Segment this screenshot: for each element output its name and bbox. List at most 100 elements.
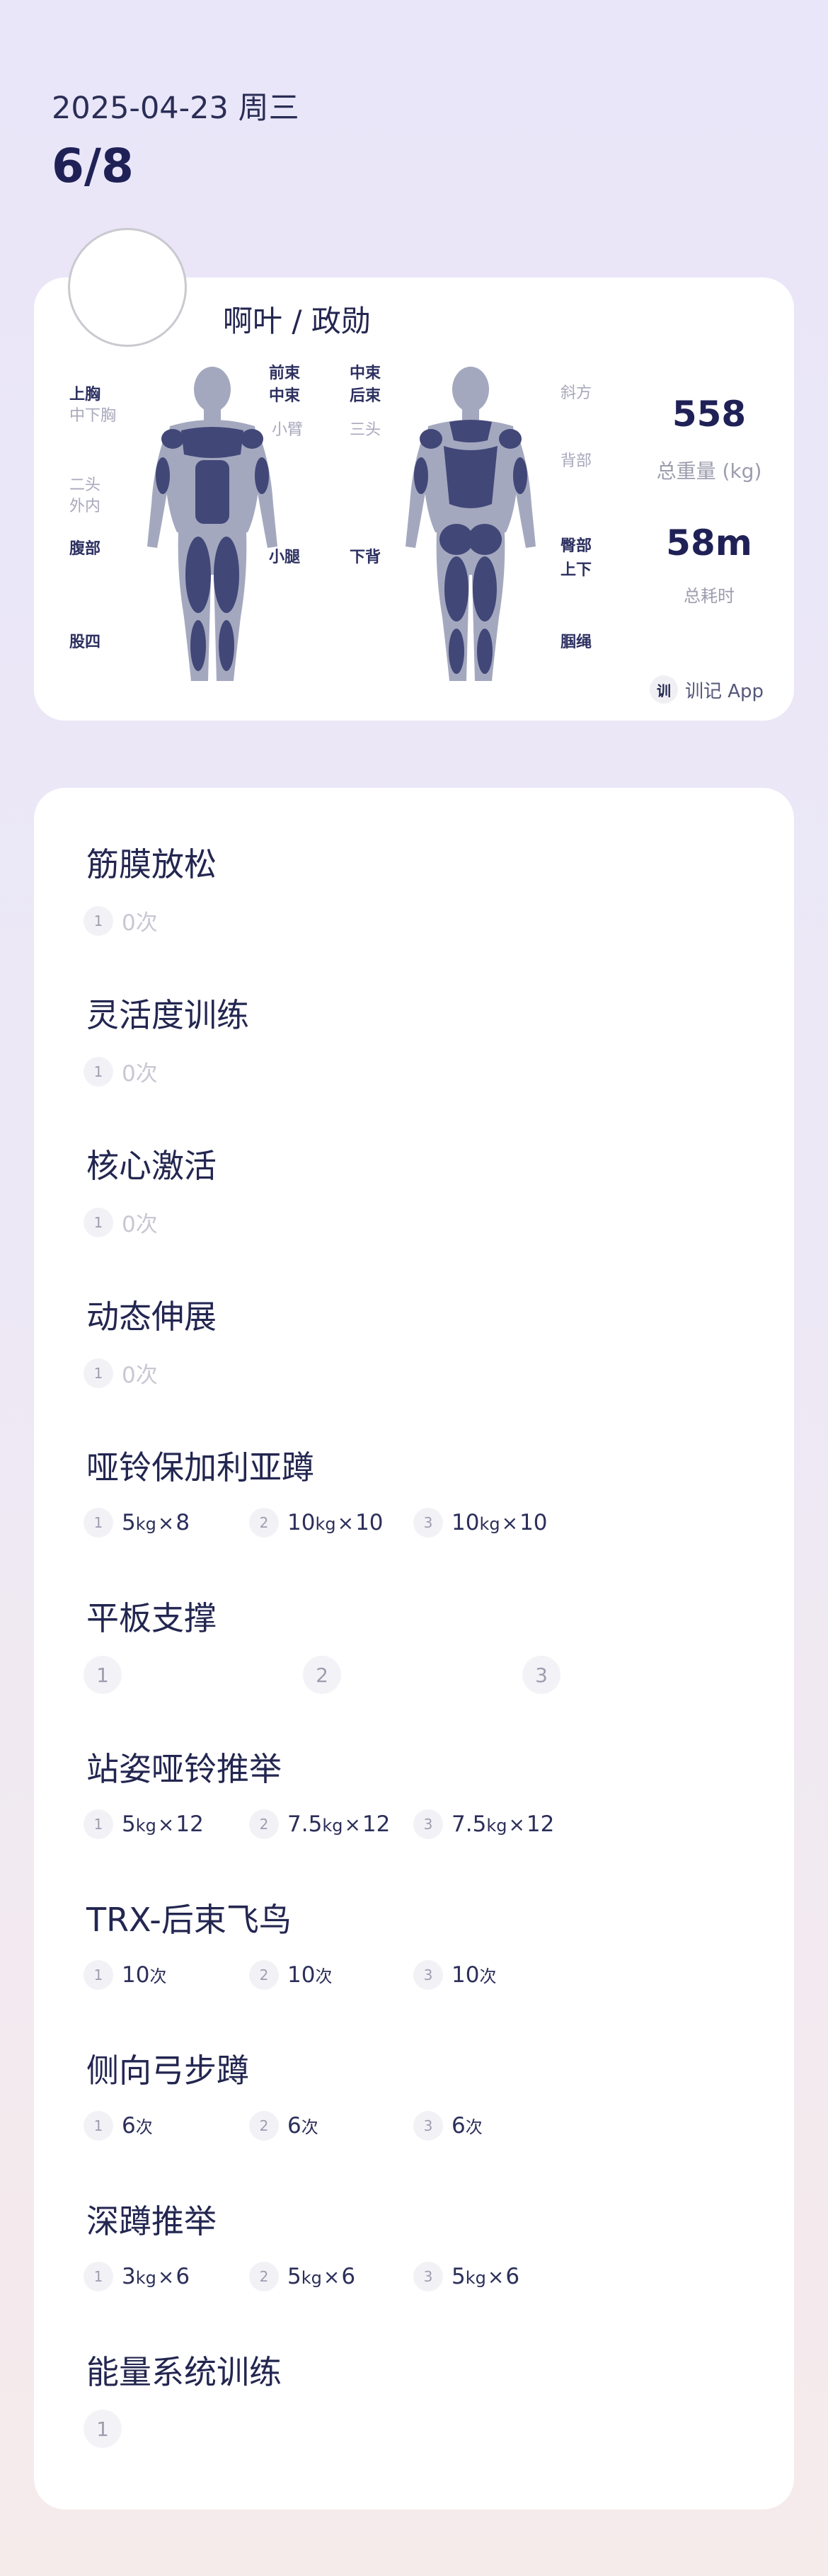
user-name: 啊叶 / 政勋	[223, 304, 371, 338]
exercise-list-card	[34, 788, 794, 2509]
set-index-badge: 3	[413, 1960, 443, 1990]
set-times-sign: ×	[323, 2265, 340, 2289]
set-reps: 12	[362, 1811, 391, 1837]
set-item[interactable]: 2 7.5kg×12	[249, 1809, 390, 1839]
set-item[interactable]: 2	[303, 1656, 341, 1694]
set-value: 5kg×6	[452, 2264, 519, 2289]
set-item[interactable]: 1 0次	[84, 1357, 158, 1389]
set-item[interactable]: 1 6次	[84, 2111, 153, 2141]
set-value: 7.5kg×12	[287, 1811, 390, 1837]
set-index-badge: 3	[413, 2111, 443, 2141]
set-unit: 次	[301, 2117, 318, 2137]
set-index-badge: 3	[522, 1656, 560, 1694]
total-weight-label: 总重量 (kg)	[656, 459, 762, 483]
set-reps: 10	[355, 1510, 384, 1535]
set-item[interactable]: 1 3kg×6	[84, 2262, 190, 2291]
set-value: 3kg×6	[122, 2264, 190, 2289]
set-value: 5kg×8	[122, 1510, 190, 1535]
set-weight: 6	[287, 2113, 301, 2139]
set-weight: 5	[122, 1811, 136, 1837]
set-weight: 10	[287, 1962, 316, 1988]
set-item[interactable]: 1 5kg×8	[84, 1508, 190, 1538]
app-brand-text: 训记 App	[685, 680, 764, 702]
set-index-badge: 1	[84, 1207, 113, 1237]
exercise-title[interactable]: 能量系统训练	[86, 2347, 282, 2393]
set-value: 10次	[287, 1962, 332, 1988]
set-reps: 6	[176, 2264, 190, 2289]
set-item[interactable]: 2 6次	[249, 2111, 318, 2141]
set-item[interactable]: 3 10kg×10	[413, 1508, 548, 1538]
set-index-badge: 1	[84, 1656, 122, 1694]
set-weight: 3	[122, 2264, 136, 2289]
set-item[interactable]: 2 10次	[249, 1960, 332, 1990]
total-time-label: 总耗时	[684, 586, 735, 606]
set-item[interactable]: 1 0次	[84, 1055, 158, 1087]
exercise-title[interactable]: 侧向弓步蹲	[86, 2045, 249, 2092]
set-index-badge: 2	[249, 1809, 279, 1839]
label-rear-delt: 后束	[350, 387, 381, 405]
set-index-badge: 1	[84, 1809, 113, 1839]
set-times-sign: ×	[157, 2265, 175, 2289]
set-index-badge: 2	[249, 2262, 279, 2291]
set-count-text: 0次	[122, 1212, 158, 1237]
set-reps: 12	[176, 1811, 204, 1837]
exercise-title[interactable]: 灵活度训练	[86, 990, 249, 1036]
set-reps: 6	[341, 2264, 356, 2289]
exercise-title[interactable]: 平板支撑	[86, 1593, 217, 1639]
set-item[interactable]: 2 10kg×10	[249, 1508, 384, 1538]
set-item[interactable]: 1	[84, 2410, 122, 2448]
set-reps: 12	[526, 1811, 555, 1837]
label-upper-chest: 上胸	[69, 386, 101, 403]
set-item[interactable]: 1 10次	[84, 1960, 166, 1990]
label-quads: 股四	[69, 634, 101, 651]
exercise-title[interactable]: 站姿哑铃推举	[86, 1744, 282, 1790]
set-unit: kg	[465, 2268, 486, 2288]
label-middle-lower-chest: 中下胸	[69, 407, 117, 425]
set-item[interactable]: 3	[522, 1656, 560, 1694]
set-index-badge: 1	[84, 905, 113, 936]
set-weight: 10	[287, 1510, 316, 1535]
set-item[interactable]: 3 10次	[413, 1960, 496, 1990]
exercise-title[interactable]: TRX-后束飞鸟	[86, 1894, 292, 1941]
exercise-title[interactable]: 筋膜放松	[86, 839, 217, 886]
set-reps: 6	[505, 2264, 520, 2289]
set-count-text: 0次	[122, 1061, 158, 1087]
set-value: 6次	[452, 2113, 483, 2139]
exercise-title[interactable]: 哑铃保加利亚蹲	[86, 1442, 314, 1489]
set-value: 10kg×10	[452, 1510, 548, 1535]
label-glutes: 臀部	[560, 537, 592, 555]
set-unit: kg	[322, 1816, 343, 1836]
set-times-sign: ×	[337, 1511, 355, 1535]
label-lower-back: 下背	[350, 549, 381, 566]
set-value: 10kg×10	[287, 1510, 384, 1535]
set-item[interactable]: 2 5kg×6	[249, 2262, 355, 2291]
total-time-value: 58m	[666, 522, 752, 563]
set-unit: 次	[465, 2117, 483, 2137]
set-index-badge: 2	[303, 1656, 341, 1694]
exercise-title[interactable]: 深蹲推举	[86, 2196, 217, 2243]
set-times-sign: ×	[508, 1813, 525, 1836]
set-weight: 5	[452, 2264, 466, 2289]
set-value: 10次	[122, 1962, 166, 1988]
set-item[interactable]: 1 0次	[84, 1206, 158, 1238]
exercise-title[interactable]: 核心激活	[86, 1140, 217, 1187]
avatar[interactable]	[68, 228, 187, 347]
label-middle-delt-front: 中束	[269, 387, 301, 405]
exercise-title[interactable]: 动态伸展	[86, 1291, 217, 1338]
set-weight: 6	[122, 2113, 136, 2139]
set-index-badge: 3	[413, 1809, 443, 1839]
label-lower-leg: 小腿	[269, 549, 301, 566]
set-reps: 8	[176, 1510, 190, 1535]
set-item[interactable]: 1 0次	[84, 905, 158, 937]
set-index-badge: 2	[249, 2111, 279, 2141]
label-triceps: 三头	[350, 421, 381, 439]
set-index-badge: 1	[84, 1056, 113, 1087]
label-front-delt: 前束	[269, 365, 301, 382]
set-index-badge: 2	[249, 1508, 279, 1538]
label-outer-inner: 外内	[69, 498, 101, 515]
set-item[interactable]: 1 5kg×12	[84, 1809, 204, 1839]
set-item[interactable]: 3 7.5kg×12	[413, 1809, 554, 1839]
set-item[interactable]: 3 5kg×6	[413, 2262, 519, 2291]
set-item[interactable]: 1	[84, 1656, 122, 1694]
set-item[interactable]: 3 6次	[413, 2111, 483, 2141]
